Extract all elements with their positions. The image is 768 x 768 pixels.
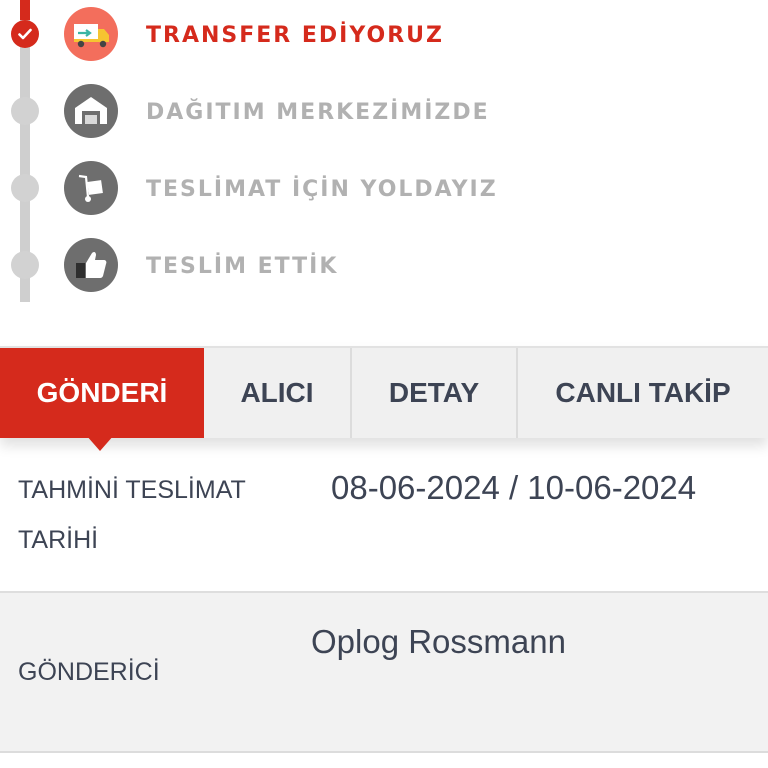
timeline-step-delivered: TESLİM ETTİK — [0, 235, 768, 295]
sender-value: Oplog Rossmann — [311, 623, 566, 660]
info-row-sender: GÖNDERİCİ Oplog Rossmann — [0, 593, 768, 753]
info-row-next — [0, 753, 768, 768]
timeline-step-transfer: TRANSFER EDİYORUZ — [0, 4, 768, 64]
timeline-step-distribution-center: DAĞITIM MERKEZİMİZDE — [0, 81, 768, 141]
warehouse-icon — [64, 84, 118, 138]
delivery-truck-icon — [64, 7, 118, 61]
tab-detail[interactable]: DETAY — [352, 348, 518, 438]
estimated-delivery-label: TAHMİNİ TESLİMAT TARİHİ — [18, 476, 246, 554]
timeline-step-label: DAĞITIM MERKEZİMİZDE — [146, 100, 490, 125]
timeline-step-label: TRANSFER EDİYORUZ — [146, 23, 444, 48]
info-row-estimated-delivery: TAHMİNİ TESLİMAT TARİHİ 08-06-2024 / 10-… — [0, 436, 768, 593]
timeline-dot — [11, 97, 39, 125]
timeline-step-on-the-way: TESLİMAT İÇİN YOLDAYIZ — [0, 158, 768, 218]
tab-recipient[interactable]: ALICI — [204, 348, 352, 438]
active-tab-pointer — [86, 435, 114, 451]
tab-shipment[interactable]: GÖNDERİ — [0, 348, 204, 438]
timeline-step-label: TESLİMAT İÇİN YOLDAYIZ — [146, 177, 498, 202]
timeline-step-label: TESLİM ETTİK — [146, 254, 339, 279]
check-icon — [11, 20, 39, 48]
estimated-delivery-value: 08-06-2024 / 10-06-2024 — [331, 469, 697, 506]
shipment-timeline: TRANSFER EDİYORUZ DAĞITIM MERKEZİMİZDE T… — [0, 0, 768, 310]
timeline-dot — [11, 251, 39, 279]
timeline-dot — [11, 174, 39, 202]
tab-live-tracking[interactable]: CANLI TAKİP — [518, 348, 768, 438]
thumbs-up-icon — [64, 238, 118, 292]
tab-bar: GÖNDERİ ALICI DETAY CANLI TAKİP — [0, 346, 768, 438]
sender-label: GÖNDERİCİ — [18, 658, 160, 686]
hand-truck-icon — [64, 161, 118, 215]
